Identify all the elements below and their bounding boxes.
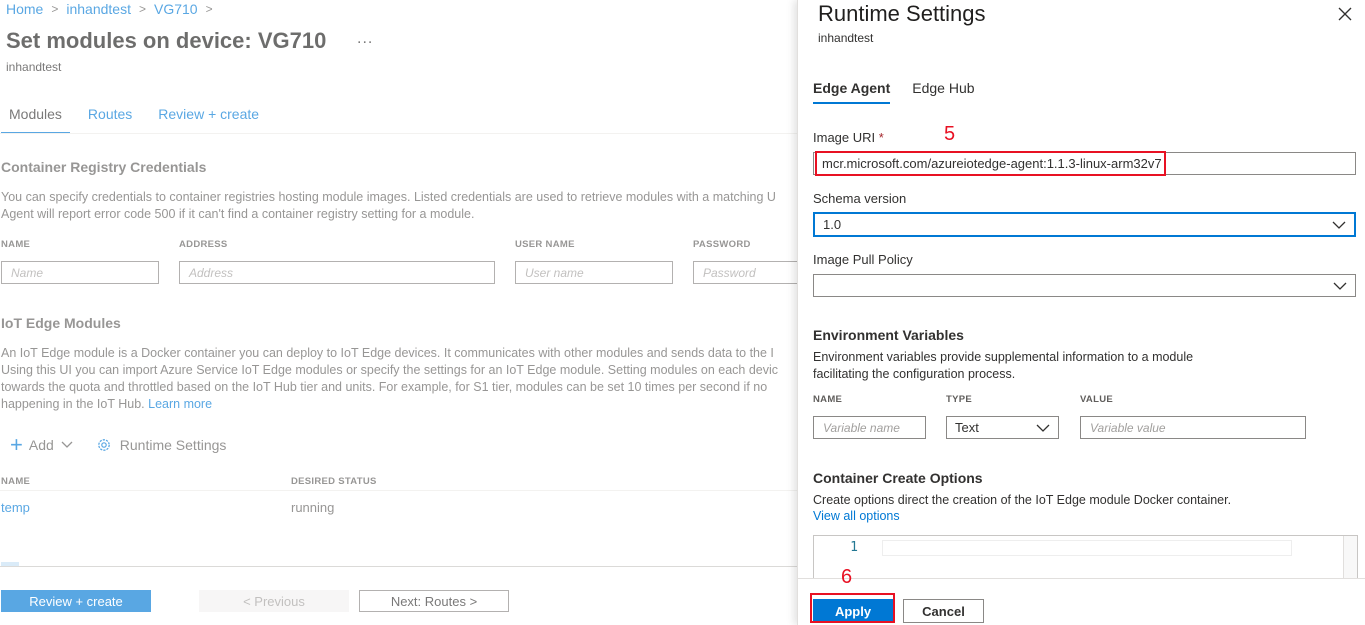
chevron-right-icon: > xyxy=(51,2,59,16)
col-username: USER NAME xyxy=(515,239,575,250)
modules-heading: IoT Edge Modules xyxy=(1,315,121,331)
cco-heading: Container Create Options xyxy=(813,470,983,486)
breadcrumb: Home > inhandtest > VG710 > xyxy=(6,1,213,17)
table-divider xyxy=(0,490,797,491)
breadcrumb-device[interactable]: VG710 xyxy=(154,1,198,17)
modules-desc-4-text: happening in the IoT Hub. xyxy=(1,397,145,411)
chevron-right-icon: > xyxy=(138,2,146,16)
modules-desc-4: happening in the IoT Hub. Learn more xyxy=(1,396,212,413)
gear-icon[interactable] xyxy=(96,437,112,453)
tab-modules[interactable]: Modules xyxy=(1,106,70,134)
env-name-input[interactable]: Variable name xyxy=(813,416,926,439)
footer-divider xyxy=(0,566,797,567)
modules-desc-3: towards the quota and throttled based on… xyxy=(1,380,768,394)
step-6-annotation: 6 xyxy=(841,566,853,588)
next-routes-button[interactable]: Next: Routes > xyxy=(359,590,509,612)
panel-tabs: Edge Agent Edge Hub xyxy=(813,80,997,104)
breadcrumb-home[interactable]: Home xyxy=(6,1,43,17)
env-type-value: Text xyxy=(955,420,979,435)
env-type-dropdown[interactable]: Text xyxy=(946,416,1059,439)
add-button[interactable]: Add xyxy=(29,437,54,453)
col-module-name: NAME xyxy=(1,476,31,487)
plus-icon[interactable]: + xyxy=(10,434,23,456)
cancel-button[interactable]: Cancel xyxy=(903,599,984,623)
tab-edge-hub[interactable]: Edge Hub xyxy=(912,80,974,104)
modules-desc-1: An IoT Edge module is a Docker container… xyxy=(1,346,774,360)
tabs-divider xyxy=(0,133,797,134)
image-uri-label: Image URI * xyxy=(813,130,884,145)
image-uri-label-text: Image URI xyxy=(813,130,876,145)
env-col-name: NAME xyxy=(813,394,843,405)
registry-address-input[interactable]: Address xyxy=(179,261,495,284)
tab-edge-agent[interactable]: Edge Agent xyxy=(813,80,891,104)
registry-desc-1: You can specify credentials to container… xyxy=(1,190,776,204)
panel-subtitle: inhandtest xyxy=(818,31,874,45)
schema-version-value: 1.0 xyxy=(823,217,842,232)
image-uri-highlight xyxy=(815,151,1166,176)
review-create-button[interactable]: Review + create xyxy=(1,590,151,612)
step-5-annotation: 5 xyxy=(944,123,956,145)
apply-highlight xyxy=(810,593,895,623)
registry-desc-2: Agent will report error code 500 if it c… xyxy=(1,207,475,221)
breadcrumb-hub[interactable]: inhandtest xyxy=(66,1,131,17)
tab-routes[interactable]: Routes xyxy=(80,106,140,134)
env-value-input[interactable]: Variable value xyxy=(1080,416,1306,439)
chevron-down-icon xyxy=(1036,424,1050,432)
create-options-editor[interactable]: 1 xyxy=(813,535,1358,580)
modules-desc-2: Using this UI you can import Azure Servi… xyxy=(1,363,779,377)
required-marker: * xyxy=(878,130,884,145)
module-status: running xyxy=(291,500,335,515)
previous-button[interactable]: < Previous xyxy=(199,590,349,612)
env-vars-desc-1: Environment variables provide supplement… xyxy=(813,350,1194,364)
schema-version-dropdown[interactable]: 1.0 xyxy=(813,212,1356,237)
registry-password-input[interactable]: Password xyxy=(693,261,797,284)
tab-review-create[interactable]: Review + create xyxy=(150,106,267,134)
chevron-down-icon xyxy=(1332,221,1346,229)
page-title: Set modules on device: VG710 xyxy=(6,28,327,53)
module-name-link[interactable]: temp xyxy=(1,500,30,515)
registry-username-input[interactable]: User name xyxy=(515,261,673,284)
runtime-settings-panel: Runtime Settings inhandtest Edge Agent E… xyxy=(797,0,1365,625)
registry-heading: Container Registry Credentials xyxy=(1,159,207,175)
cco-desc: Create options direct the creation of th… xyxy=(813,493,1232,507)
runtime-settings-button[interactable]: Runtime Settings xyxy=(120,437,227,453)
col-address: ADDRESS xyxy=(179,239,228,250)
modules-blade: Home > inhandtest > VG710 > Set modules … xyxy=(0,0,797,625)
image-pull-policy-label: Image Pull Policy xyxy=(813,252,913,267)
registry-name-input[interactable]: Name xyxy=(1,261,159,284)
editor-current-line xyxy=(882,540,1292,556)
modules-toolbar: + Add Runtime Settings xyxy=(10,434,227,456)
view-all-options-link[interactable]: View all options xyxy=(813,509,900,523)
more-options-button[interactable]: ... xyxy=(357,30,373,48)
env-vars-desc-2: facilitating the configuration process. xyxy=(813,367,1016,381)
chevron-down-icon[interactable] xyxy=(60,437,74,453)
panel-title: Runtime Settings xyxy=(818,1,986,26)
schema-version-label: Schema version xyxy=(813,191,907,206)
chevron-right-icon: > xyxy=(205,2,213,16)
editor-scrollbar[interactable] xyxy=(1343,536,1357,579)
wizard-tabs: Modules Routes Review + create xyxy=(1,106,277,134)
env-col-type: TYPE xyxy=(946,394,973,405)
image-pull-policy-dropdown[interactable] xyxy=(813,274,1356,297)
chevron-down-icon xyxy=(1333,282,1347,290)
col-password: PASSWORD xyxy=(693,239,751,250)
col-desired-status: DESIRED STATUS xyxy=(291,476,377,487)
overlay xyxy=(0,0,797,625)
col-name: NAME xyxy=(1,239,31,250)
env-col-value: VALUE xyxy=(1080,394,1113,405)
page-subtitle: inhandtest xyxy=(6,60,62,74)
close-icon[interactable] xyxy=(1337,6,1353,22)
learn-more-link[interactable]: Learn more xyxy=(148,397,212,411)
env-vars-heading: Environment Variables xyxy=(813,327,964,343)
